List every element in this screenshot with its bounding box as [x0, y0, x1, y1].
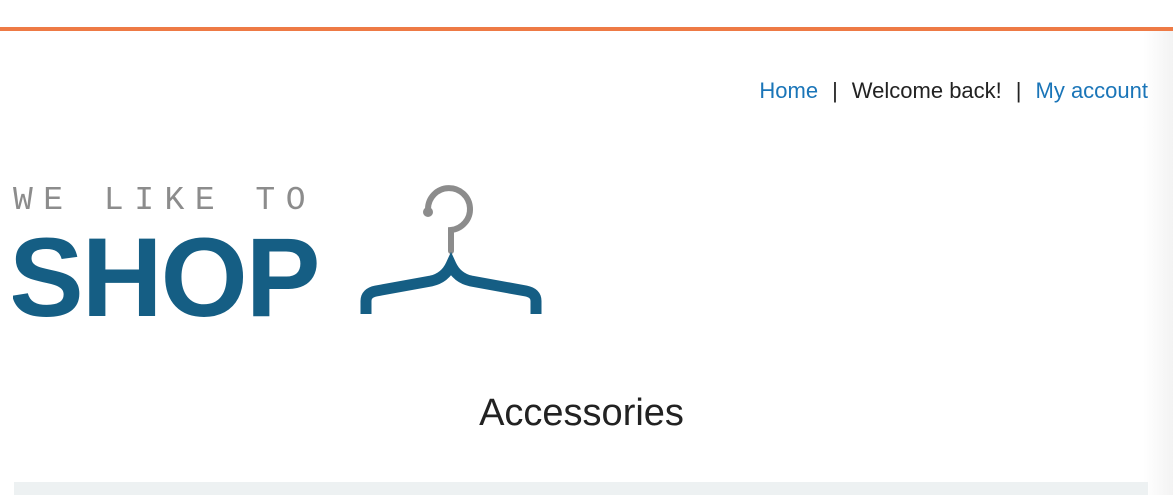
- top-navigation: Home | Welcome back! | My account: [759, 77, 1148, 105]
- page-title: Accessories: [479, 392, 684, 434]
- nav-separator: |: [1015, 78, 1022, 103]
- hanger-icon: [360, 185, 542, 314]
- my-account-link[interactable]: My account: [1036, 78, 1149, 103]
- accent-top-bar: [0, 27, 1173, 31]
- shop-page: Home | Welcome back! | My account WE LIKE TO…: [0, 0, 1173, 495]
- nav-separator: |: [832, 78, 838, 103]
- welcome-message: Welcome back!: [851, 78, 1002, 103]
- logo-tagline: WE LIKE TO: [13, 182, 316, 219]
- content-panel: [14, 482, 1148, 495]
- home-link[interactable]: Home: [759, 78, 818, 103]
- site-logo[interactable]: WE LIKE TO SHOP: [13, 175, 543, 320]
- logo-wordmark: SHOP: [13, 215, 318, 320]
